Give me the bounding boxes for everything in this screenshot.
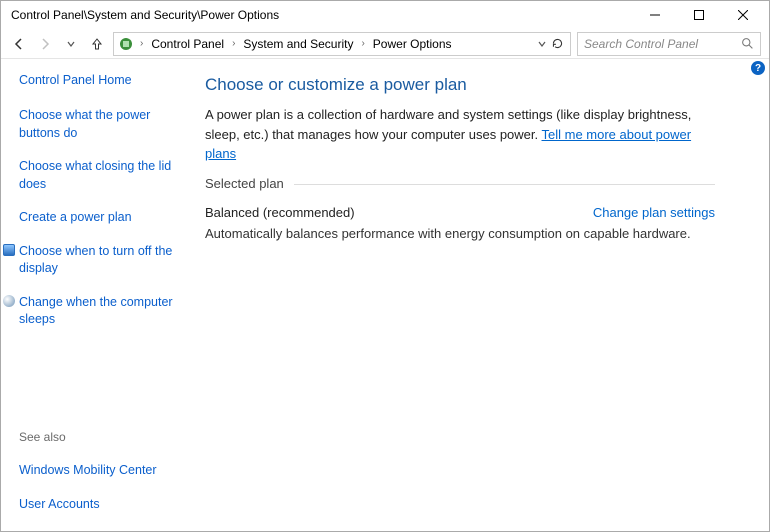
see-also-mobility-center[interactable]: Windows Mobility Center — [19, 462, 185, 480]
control-panel-home-link[interactable]: Control Panel Home — [19, 73, 185, 87]
selected-plan-section: Selected plan — [205, 176, 715, 191]
address-bar[interactable]: › Control Panel › System and Security › … — [113, 32, 571, 56]
back-button[interactable] — [9, 34, 29, 54]
sidebar-item-create-plan[interactable]: Create a power plan — [19, 209, 185, 227]
window-title: Control Panel\System and Security\Power … — [5, 8, 633, 22]
control-panel-icon — [118, 36, 134, 52]
maximize-button[interactable] — [677, 1, 721, 29]
main-panel: Choose or customize a power plan A power… — [197, 59, 769, 529]
chevron-right-icon: › — [138, 38, 145, 49]
sidebar-item-closing-lid[interactable]: Choose what closing the lid does — [19, 158, 185, 193]
chevron-right-icon: › — [359, 38, 366, 49]
breadcrumb[interactable]: Control Panel — [149, 37, 226, 51]
close-button[interactable] — [721, 1, 765, 29]
breadcrumb[interactable]: System and Security — [241, 37, 355, 51]
forward-button[interactable] — [35, 34, 55, 54]
sidebar: Control Panel Home Choose what the power… — [1, 59, 197, 529]
see-also-section: See also Windows Mobility Center User Ac… — [19, 418, 185, 519]
recent-dropdown[interactable] — [61, 34, 81, 54]
see-also-title: See also — [19, 430, 185, 444]
sidebar-item-computer-sleeps[interactable]: Change when the computer sleeps — [19, 294, 185, 329]
sidebar-item-turn-off-display[interactable]: Choose when to turn off the display — [19, 243, 185, 278]
search-input[interactable] — [584, 37, 734, 51]
navbar: › Control Panel › System and Security › … — [1, 29, 769, 59]
page-title: Choose or customize a power plan — [205, 75, 715, 95]
selected-plan-label: Selected plan — [205, 176, 294, 191]
up-button[interactable] — [87, 34, 107, 54]
titlebar: Control Panel\System and Security\Power … — [1, 1, 769, 29]
search-box[interactable] — [577, 32, 761, 56]
monitor-icon — [3, 244, 15, 256]
see-also-user-accounts[interactable]: User Accounts — [19, 496, 185, 514]
minimize-button[interactable] — [633, 1, 677, 29]
window-controls — [633, 1, 765, 29]
chevron-right-icon: › — [230, 38, 237, 49]
search-icon[interactable] — [741, 37, 754, 50]
chevron-down-icon[interactable] — [537, 39, 547, 49]
refresh-icon[interactable] — [551, 37, 564, 50]
sidebar-item-power-buttons[interactable]: Choose what the power buttons do — [19, 107, 185, 142]
moon-icon — [3, 295, 15, 307]
help-icon[interactable]: ? — [751, 61, 765, 75]
change-plan-settings-link[interactable]: Change plan settings — [593, 205, 715, 220]
plan-description: Automatically balances performance with … — [205, 226, 715, 241]
plan-name: Balanced (recommended) — [205, 205, 355, 220]
breadcrumb[interactable]: Power Options — [371, 37, 454, 51]
divider — [294, 184, 715, 185]
intro-text: A power plan is a collection of hardware… — [205, 105, 715, 164]
